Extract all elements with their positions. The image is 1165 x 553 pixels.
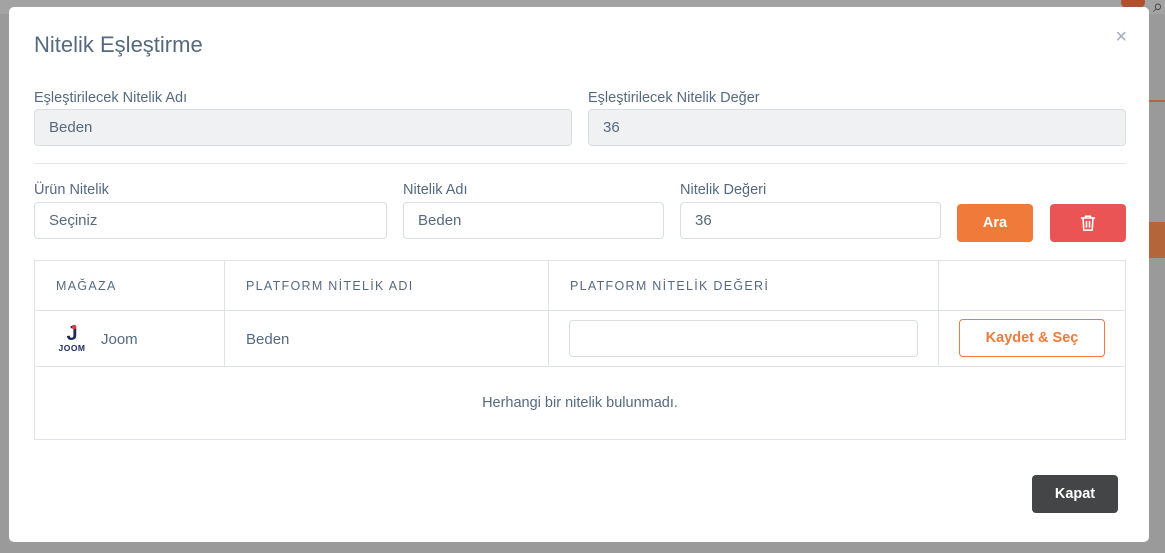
modal-title: Nitelik Eşleştirme [34,32,203,57]
platform-attribute-name-cell: Beden [246,330,290,348]
attribute-name-input[interactable]: Beden [403,202,664,239]
mapping-name-field: Beden [34,109,572,146]
store-cell: J JOOM Joom [35,311,224,367]
background-accent-block [1147,222,1165,258]
mapping-value-field: 36 [588,109,1126,146]
search-button[interactable]: Ara [957,204,1033,242]
platform-attribute-table: MAĞAZA PLATFORM NİTELİK ADI PLATFORM NİT… [34,260,1126,440]
table-header: MAĞAZA PLATFORM NİTELİK ADI PLATFORM NİT… [35,261,1125,311]
table-row: J JOOM Joom Beden Kaydet & Seç [35,311,1125,367]
attribute-value-label: Nitelik Değeri [680,182,767,198]
product-attribute-label: Ürün Nitelik [34,182,109,198]
divider [34,163,1126,164]
close-button[interactable]: Kapat [1032,475,1118,513]
joom-logo-mark: J [66,323,78,345]
close-icon[interactable]: × [1115,27,1127,47]
trash-icon [1080,215,1096,231]
product-attribute-select[interactable]: Seçiniz [34,202,387,239]
header-platform-attribute-name: PLATFORM NİTELİK ADI [246,279,414,293]
attribute-mapping-modal: Nitelik Eşleştirme × Eşleştirilecek Nite… [9,7,1149,542]
attribute-name-label: Nitelik Adı [403,182,468,198]
mapping-name-label: Eşleştirilecek Nitelik Adı [34,90,188,106]
store-name: Joom [101,330,138,348]
platform-attribute-value-input[interactable] [569,320,918,357]
attribute-value-input[interactable]: 36 [680,202,941,239]
header-platform-attribute-value: PLATFORM NİTELİK DEĞERİ [570,279,770,293]
delete-button[interactable] [1050,204,1126,242]
empty-message: Herhangi bir nitelik bulunmadı. [482,395,678,411]
save-and-select-button[interactable]: Kaydet & Seç [959,319,1105,357]
background-search-icon: ⌕ [1152,0,1163,16]
joom-logo: J JOOM [55,323,89,353]
background-accent-line [1147,100,1165,102]
header-actions [939,261,1125,311]
header-store: MAĞAZA [56,279,117,293]
mapping-value-label: Eşleştirilecek Nitelik Değer [588,90,760,106]
